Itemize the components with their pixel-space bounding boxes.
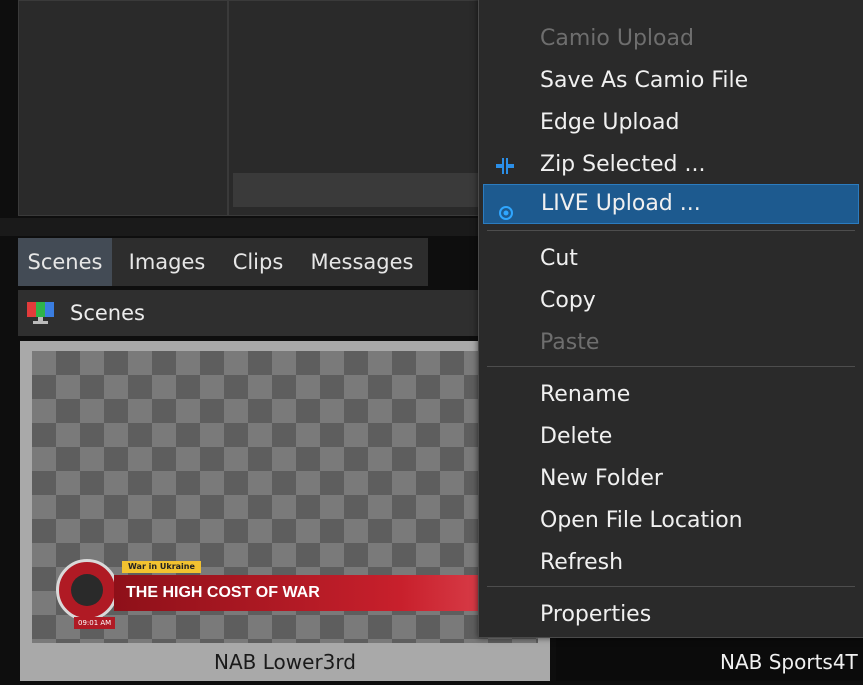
context-menu: Camio Upload Save As Camio File Edge Upl…: [478, 0, 863, 638]
scenes-header: Scenes: [18, 290, 488, 336]
lower-third-overlay: War in Ukraine THE HIGH COST OF WAR 09:0…: [54, 559, 524, 629]
menu-item-save-as-camio-file[interactable]: Save As Camio File: [480, 62, 862, 100]
horizontal-scrollbar[interactable]: [233, 173, 483, 207]
tab-messages[interactable]: Messages: [300, 238, 424, 286]
menu-item-zip-selected[interactable]: Zip Selected ...: [480, 146, 862, 184]
menu-item-properties[interactable]: Properties: [480, 596, 862, 634]
preview-panel-left: [18, 0, 228, 216]
scene-thumbnail-1[interactable]: War in Ukraine THE HIGH COST OF WAR 09:0…: [20, 341, 550, 681]
menu-item-label: Zip Selected ...: [540, 152, 706, 177]
lower-third-headline: THE HIGH COST OF WAR: [126, 584, 320, 601]
menu-item-live-upload[interactable]: LIVE Upload ...: [483, 184, 859, 224]
panel-divider: [0, 218, 490, 236]
lower-third-clock: 09:01 AM: [74, 617, 116, 629]
menu-item-open-file-location[interactable]: Open File Location: [480, 502, 862, 540]
thumbnail-caption: NAB Lower3rd: [214, 650, 356, 674]
menu-item-delete[interactable]: Delete: [480, 418, 862, 456]
lower-third-bar: THE HIGH COST OF WAR: [114, 575, 524, 611]
compress-icon: [492, 153, 518, 177]
scenes-header-label: Scenes: [70, 301, 145, 325]
live-dot-icon: [498, 196, 514, 220]
preview-panel-right: [228, 0, 490, 216]
menu-item-copy[interactable]: Copy: [480, 282, 862, 320]
menu-item-paste[interactable]: Paste: [480, 324, 862, 362]
thumbnail-preview: War in Ukraine THE HIGH COST OF WAR 09:0…: [32, 351, 538, 643]
menu-item-refresh[interactable]: Refresh: [480, 544, 862, 582]
tab-clips[interactable]: Clips: [222, 238, 294, 286]
menu-item-edge-upload[interactable]: Edge Upload: [480, 104, 862, 142]
tab-images[interactable]: Images: [118, 238, 216, 286]
menu-item-rename[interactable]: Rename: [480, 376, 862, 414]
menu-separator: [487, 230, 855, 231]
menu-item-cut[interactable]: Cut: [480, 240, 862, 278]
tab-bar: Scenes Images Clips Messages: [18, 238, 428, 286]
menu-separator: [487, 586, 855, 587]
thumbnail-caption: NAB Sports4T: [720, 650, 858, 674]
lower-third-circle: [56, 559, 118, 621]
menu-item-new-folder[interactable]: New Folder: [480, 460, 862, 498]
menu-item-camio-upload[interactable]: Camio Upload: [480, 20, 862, 58]
menu-item-label: LIVE Upload ...: [541, 191, 701, 216]
menu-separator: [487, 366, 855, 367]
scenes-monitor-icon: [26, 301, 56, 325]
lower-third-tag: War in Ukraine: [122, 561, 201, 573]
tab-scenes[interactable]: Scenes: [18, 238, 112, 286]
